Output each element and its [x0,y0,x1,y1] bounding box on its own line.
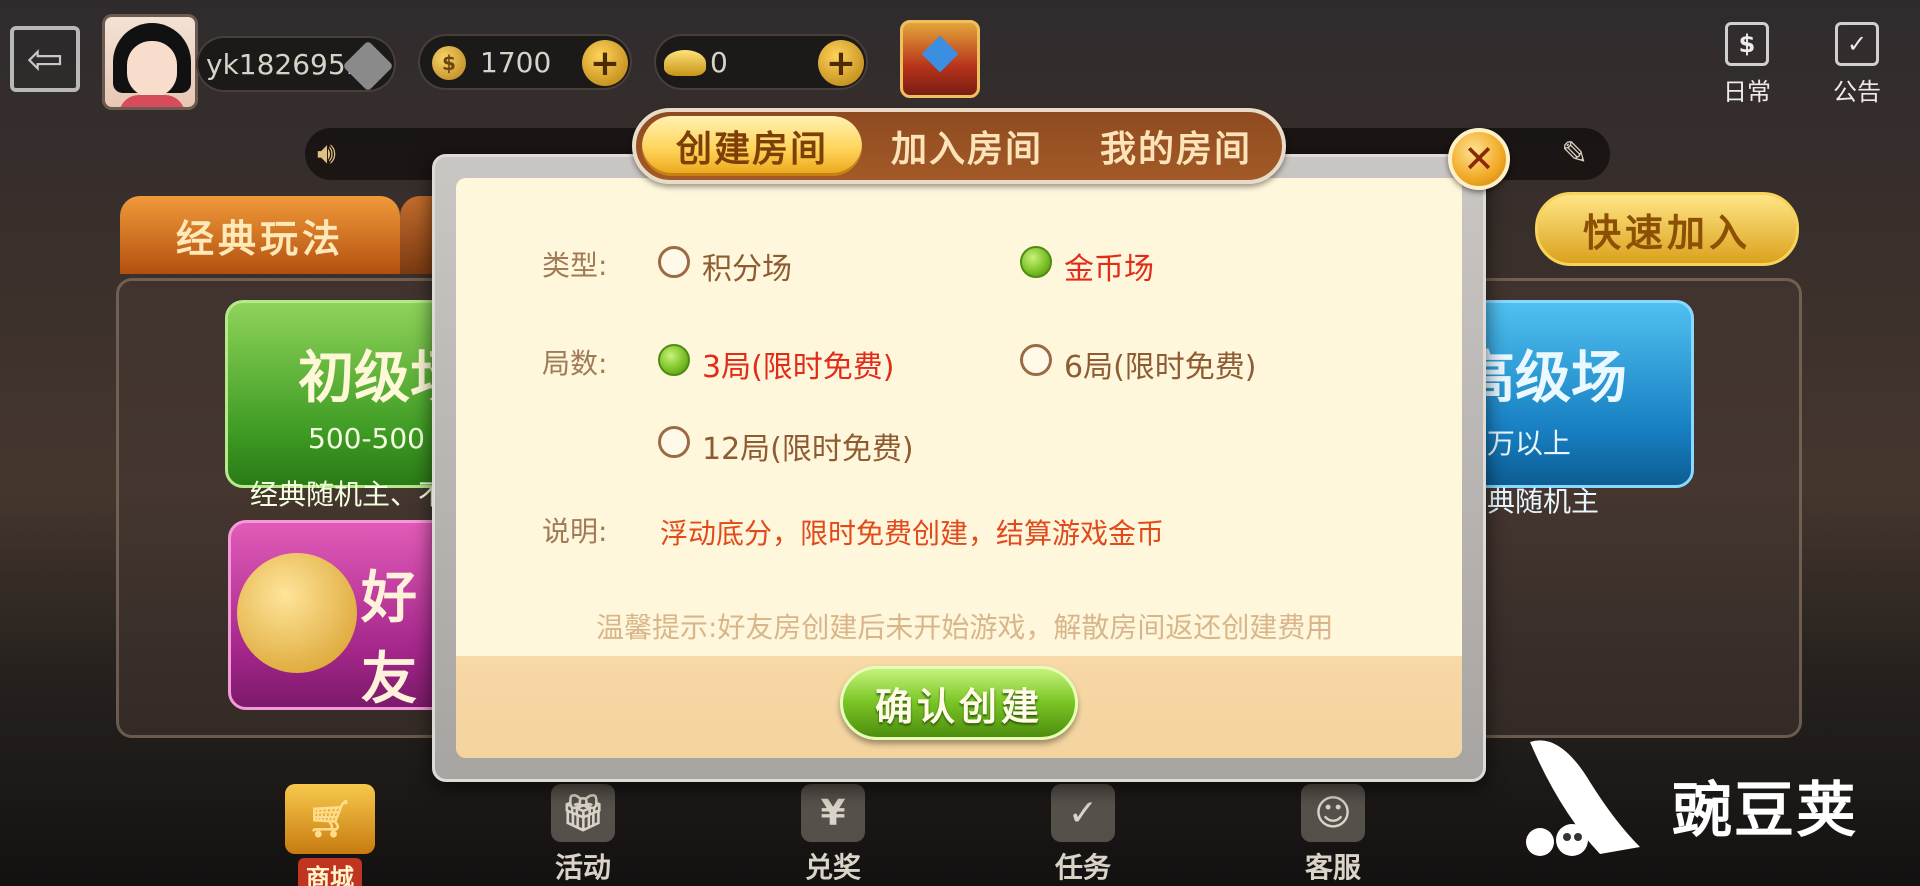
avatar[interactable] [102,14,198,110]
nav-activity-label: 活动 [554,851,611,884]
notice-button[interactable]: ✓ 公告 [1822,22,1892,112]
tab-create-room[interactable]: 创建房间 [642,116,862,176]
option-points-mode[interactable]: 积分场 [702,244,792,288]
description-text: 浮动底分，限时免费创建，结算游戏金币 [660,517,1165,550]
tab-join-room[interactable]: 加入房间 [872,116,1062,176]
nav-redeem-label: 兑奖 [804,851,861,884]
room-advanced-card[interactable]: 高级场 2万以上 经典随机主 [1452,300,1694,518]
nav-service-label: 客服 [1304,851,1361,884]
username-pill: yk182695... [196,36,396,92]
nav-shop[interactable]: 🛒︎ 商城 [265,776,395,886]
radio-12-rounds[interactable] [658,426,690,458]
tab-classic-mode[interactable]: 经典玩法 [120,196,400,274]
radio-6-rounds[interactable] [1020,344,1052,376]
coin-balance: $ 1700 + [418,34,632,90]
bottom-nav: 🛒︎ 商城 🎁︎ 活动 ¥ 兑奖 ✓ 任务 ☺ 客服 [130,776,1630,886]
nav-tasks-label: 任务 [1054,851,1111,884]
voucher-icon: ¥ [801,784,865,842]
gold-amount: 0 [710,45,728,79]
radio-3-rounds[interactable] [658,344,690,376]
daily-label: 日常 [1723,78,1771,106]
gold-ingot-icon [664,50,706,76]
type-label: 类型: [542,249,608,282]
quick-join-button[interactable]: 快速加入 [1535,192,1799,266]
gold-balance: 0 + [654,34,868,90]
coin-icon: $ [432,46,466,80]
pencil-icon[interactable]: ✎ [1561,134,1588,172]
dialog-tab-strip: 创建房间 加入房间 我的房间 [632,108,1286,184]
chest-gem [921,35,959,73]
close-icon[interactable]: ✕ [1448,128,1510,190]
option-3-rounds[interactable]: 3局(限时免费) [702,342,895,386]
avatar-shirt [119,95,185,107]
notice-label: 公告 [1833,78,1881,106]
rounds-label: 局数: [542,347,608,380]
gift-icon: 🎁︎ [551,784,615,842]
option-coin-mode[interactable]: 金币场 [1064,244,1154,288]
coin-amount: 1700 [480,45,552,79]
warm-tip: 温馨提示:好友房创建后未开始游戏，解散房间返还创建费用 [596,611,1334,644]
shopping-cart-icon: 🛒︎ [285,784,375,854]
tab-my-rooms[interactable]: 我的房间 [1076,116,1276,176]
friends-mascot-icon [237,553,357,673]
description-label: 说明: [542,515,608,548]
watermark-text: 豌豆荚 [1672,776,1858,846]
confirm-create-button[interactable]: 确认创建 [840,666,1078,740]
option-6-rounds[interactable]: 6局(限时免费) [1064,342,1257,386]
calendar-dollar-icon: $ [1725,22,1769,66]
nav-tasks[interactable]: ✓ 任务 [1018,776,1148,886]
room-advanced-desc: 经典随机主 [1459,485,1600,518]
nav-service[interactable]: ☺ 客服 [1268,776,1398,886]
peapod-logo-icon [1526,740,1640,856]
top-bar: ⇦ yk182695... $ 1700 + 0 + $ 日常 ✓ 公告 [0,0,1920,110]
daily-button[interactable]: $ 日常 [1712,22,1782,112]
calendar-check-icon: ✓ [1835,22,1879,66]
add-gold-button[interactable]: + [818,40,864,86]
room-advanced-title: 高级场 [1459,346,1627,411]
radio-coin-mode[interactable] [1020,246,1052,278]
checklist-icon: ✓ [1051,784,1115,842]
speaker-icon: 🔊︎ [317,136,336,171]
add-coins-button[interactable]: + [582,40,628,86]
room-advanced-range: 2万以上 [1469,427,1571,460]
nav-shop-label: 商城 [298,858,362,886]
nav-activity[interactable]: 🎁︎ 活动 [518,776,648,886]
customer-service-icon: ☺ [1301,784,1365,842]
exit-icon[interactable]: ⇦ [10,26,80,92]
avatar-face [127,41,177,97]
radio-points-mode[interactable] [658,246,690,278]
option-12-rounds[interactable]: 12局(限时免费) [702,424,914,468]
nav-redeem[interactable]: ¥ 兑奖 [768,776,898,886]
treasure-chest-icon[interactable] [900,20,980,98]
